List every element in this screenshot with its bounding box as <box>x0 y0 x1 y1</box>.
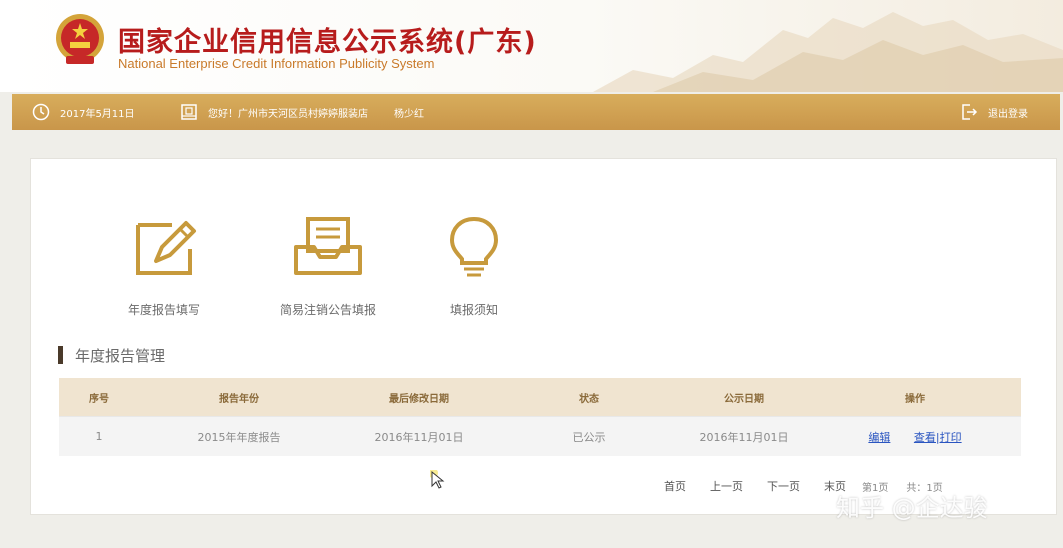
national-emblem-icon <box>56 14 104 64</box>
feature-filing-guide[interactable]: 填报须知 <box>399 215 549 318</box>
building-icon <box>181 104 197 120</box>
mountain-decoration <box>593 12 1063 92</box>
main-panel: 年度报告填写 简易注销公告填报 填报须知 年度报告管理 序号 报告年份 最后修改… <box>30 158 1057 515</box>
site-title: 国家企业信用信息公示系统(广东) <box>118 27 537 58</box>
feature-label: 年度报告填写 <box>127 303 200 317</box>
watermark: 知乎 @企达骏 <box>836 494 988 522</box>
first-page-button[interactable]: 首页 <box>664 478 686 494</box>
user-name: 杨少红 <box>394 108 424 120</box>
date-text: 2017年5月11日 <box>60 108 135 120</box>
last-modified-date: 2016年11月01日 <box>374 430 464 444</box>
feature-annual-report[interactable]: 年度报告填写 <box>89 215 239 318</box>
publish-date: 2016年11月01日 <box>699 430 789 444</box>
feature-simple-cancellation[interactable]: 简易注销公告填报 <box>253 215 403 318</box>
report-status: 已公示 <box>572 430 606 444</box>
lightbulb-icon <box>449 216 499 277</box>
date-display: 2017年5月11日 <box>32 94 135 130</box>
top-bar: 2017年5月11日 您好！广州市天河区员村婷婷服装店 杨少红 退出登录 <box>12 94 1060 130</box>
site-subtitle: National Enterprise Credit Information P… <box>118 56 435 71</box>
column-header: 公示日期 <box>724 393 764 405</box>
row-actions: 编辑 查看|打印 <box>809 429 1021 445</box>
user-info: 您好！广州市天河区员村婷婷服装店 杨少红 <box>180 94 424 130</box>
section-title-text: 年度报告管理 <box>75 346 166 365</box>
inbox-tray-icon <box>294 217 362 275</box>
next-page-button[interactable]: 下一页 <box>767 478 800 494</box>
section-marker <box>58 346 63 364</box>
column-header: 序号 <box>89 393 109 405</box>
view-print-link[interactable]: 查看|打印 <box>914 431 962 444</box>
logout-label: 退出登录 <box>988 108 1028 120</box>
row-index: 1 <box>95 430 103 443</box>
clock-icon <box>32 103 50 121</box>
logout-button[interactable]: 退出登录 <box>960 94 1028 130</box>
greeting-text: 您好！广州市天河区员村婷婷服装店 <box>208 108 368 120</box>
mouse-cursor-icon <box>430 470 445 489</box>
site-header: 国家企业信用信息公示系统(广东) National Enterprise Cre… <box>0 0 1063 92</box>
column-header: 操作 <box>905 393 925 405</box>
table-row: 1 2015年年度报告 2016年11月01日 已公示 2016年11月01日 … <box>59 416 1021 456</box>
section-title: 年度报告管理 <box>58 345 165 365</box>
edit-document-icon <box>136 221 196 275</box>
annual-report-table: 序号 报告年份 最后修改日期 状态 公示日期 操作 1 2015年年度报告 20… <box>59 378 1021 456</box>
feature-label: 填报须知 <box>449 303 498 317</box>
report-year: 2015年年度报告 <box>197 430 281 444</box>
edit-link[interactable]: 编辑 <box>868 431 890 444</box>
column-header: 状态 <box>579 393 599 405</box>
table-header: 序号 报告年份 最后修改日期 状态 公示日期 操作 <box>59 378 1021 416</box>
feature-label: 简易注销公告填报 <box>279 303 376 317</box>
logout-icon <box>962 104 978 120</box>
column-header: 最后修改日期 <box>389 393 449 405</box>
prev-page-button[interactable]: 上一页 <box>710 478 743 494</box>
column-header: 报告年份 <box>219 393 259 405</box>
